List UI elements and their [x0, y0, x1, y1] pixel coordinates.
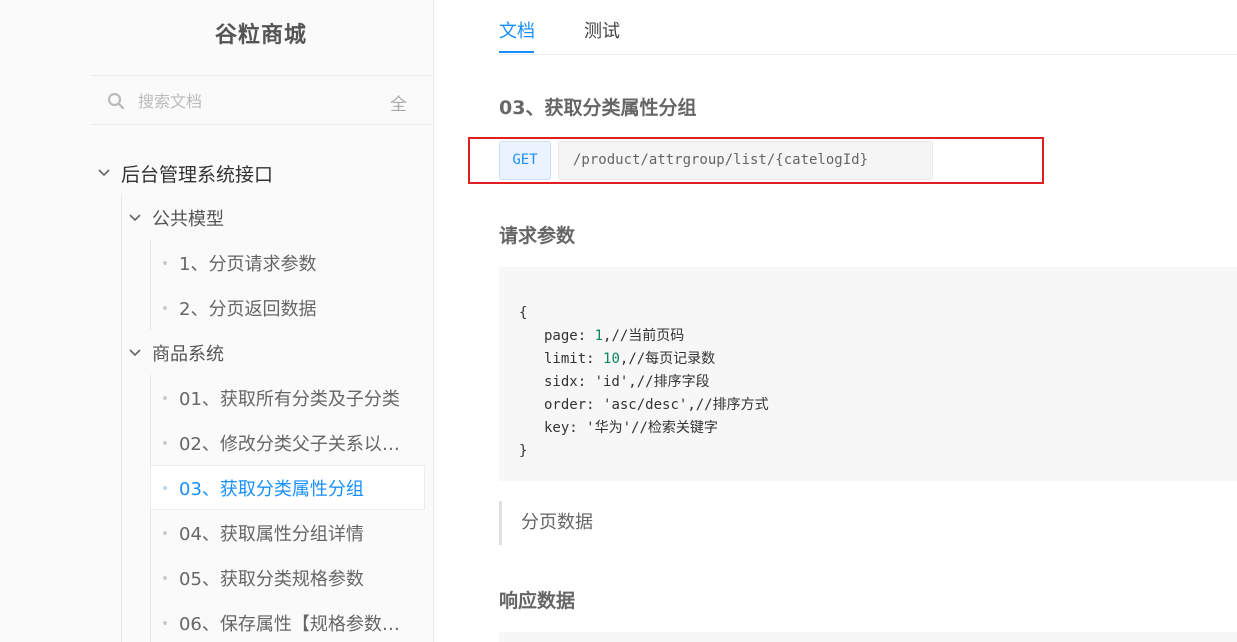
tree-group-label: 商品系统 — [152, 344, 224, 365]
code-line: limit: 10,//每页记录数 — [544, 351, 716, 367]
bullet-dot — [163, 261, 167, 265]
code-line: order: 'asc/desc',//排序方式 — [544, 397, 769, 413]
tree-item-label: 04、获取属性分组详情 — [179, 524, 364, 545]
code-line: } — [519, 443, 528, 459]
doc-title: 03、获取分类属性分组 — [499, 97, 697, 119]
tree-item-active[interactable]: 03、获取分类属性分组 — [150, 465, 425, 510]
code-line: sidx: 'id',//排序字段 — [544, 374, 710, 390]
tree-item-label: 2、分页返回数据 — [179, 299, 317, 320]
tree-item[interactable]: 02、修改分类父子关系以及... — [163, 421, 413, 465]
tree-item[interactable]: 06、保存属性【规格参数，... — [163, 601, 413, 642]
bullet-dot — [163, 531, 167, 535]
bullet-dot — [163, 441, 167, 445]
response-code-block — [499, 632, 1237, 642]
tree-item-label: 01、获取所有分类及子分类 — [179, 389, 400, 410]
bullet-dot — [163, 485, 167, 490]
tree-item[interactable]: 2、分页返回数据 — [163, 286, 316, 330]
app-title: 谷粒商城 — [214, 23, 307, 48]
response-data-title: 响应数据 — [499, 590, 576, 612]
code-line: key: '华为'//检索关键字 — [544, 420, 718, 436]
search-bar: 全 — [90, 75, 432, 125]
search-input[interactable] — [138, 90, 368, 112]
tree-root-label: 后台管理系统接口 — [121, 163, 274, 186]
tab-test[interactable]: 测试 — [584, 17, 620, 43]
tree-item[interactable]: 01、获取所有分类及子分类 — [163, 376, 400, 420]
tree-item-label: 06、保存属性【规格参数，... — [178, 614, 413, 635]
tree-group-label: 公共模型 — [152, 209, 224, 230]
main-content: 文档 测试 03、获取分类属性分组 GET /product/attrgroup… — [434, 0, 1237, 642]
search-scope-toggle[interactable]: 全 — [390, 90, 407, 115]
code-line: { — [519, 305, 528, 321]
tree-item[interactable]: 04、获取属性分组详情 — [163, 511, 364, 555]
tab-active-indicator — [499, 51, 534, 53]
tree-item[interactable]: 1、分页请求参数 — [163, 241, 316, 285]
tree-item-label: 05、获取分类规格参数 — [179, 569, 364, 590]
bullet-dot — [163, 396, 167, 400]
tree-root[interactable]: 后台管理系统接口 — [97, 151, 273, 195]
brand: 谷粒商城 — [90, 17, 432, 49]
tab-label: 文档 — [499, 21, 535, 42]
tab-bar: 文档 测试 — [499, 0, 1237, 55]
tree-group-product-system[interactable]: 商品系统 — [128, 331, 224, 375]
tab-label: 测试 — [584, 21, 620, 42]
tree-guide-line — [121, 195, 122, 642]
tab-docs[interactable]: 文档 — [499, 17, 535, 53]
chevron-down-icon — [98, 169, 110, 177]
tree-item-label: 02、修改分类父子关系以及... — [178, 434, 413, 455]
chevron-down-icon — [129, 214, 141, 222]
bullet-dot — [163, 621, 167, 625]
request-params-title: 请求参数 — [499, 225, 576, 247]
sidebar: 谷粒商城 全 后台管理系统接口 公共模型 1、分页请求参数 2、分页返回数据 — [0, 0, 434, 642]
bullet-dot — [163, 306, 167, 310]
highlight-annotation-box — [468, 137, 1044, 184]
search-icon — [107, 92, 125, 110]
tree-item-label: 03、获取分类属性分组 — [179, 478, 364, 500]
tree-group-common-models[interactable]: 公共模型 — [128, 196, 224, 240]
code-line: page: 1,//当前页码 — [544, 328, 685, 344]
bullet-dot — [163, 576, 167, 580]
tree-item[interactable]: 05、获取分类规格参数 — [163, 556, 364, 600]
chevron-down-icon — [129, 349, 141, 357]
request-params-code-block: { page: 1,//当前页码 limit: 10,//每页记录数 sidx:… — [499, 267, 1237, 481]
tree-item-label: 1、分页请求参数 — [179, 254, 317, 275]
tree-guide-line — [150, 240, 151, 330]
blockquote-note: 分页数据 — [499, 501, 593, 545]
